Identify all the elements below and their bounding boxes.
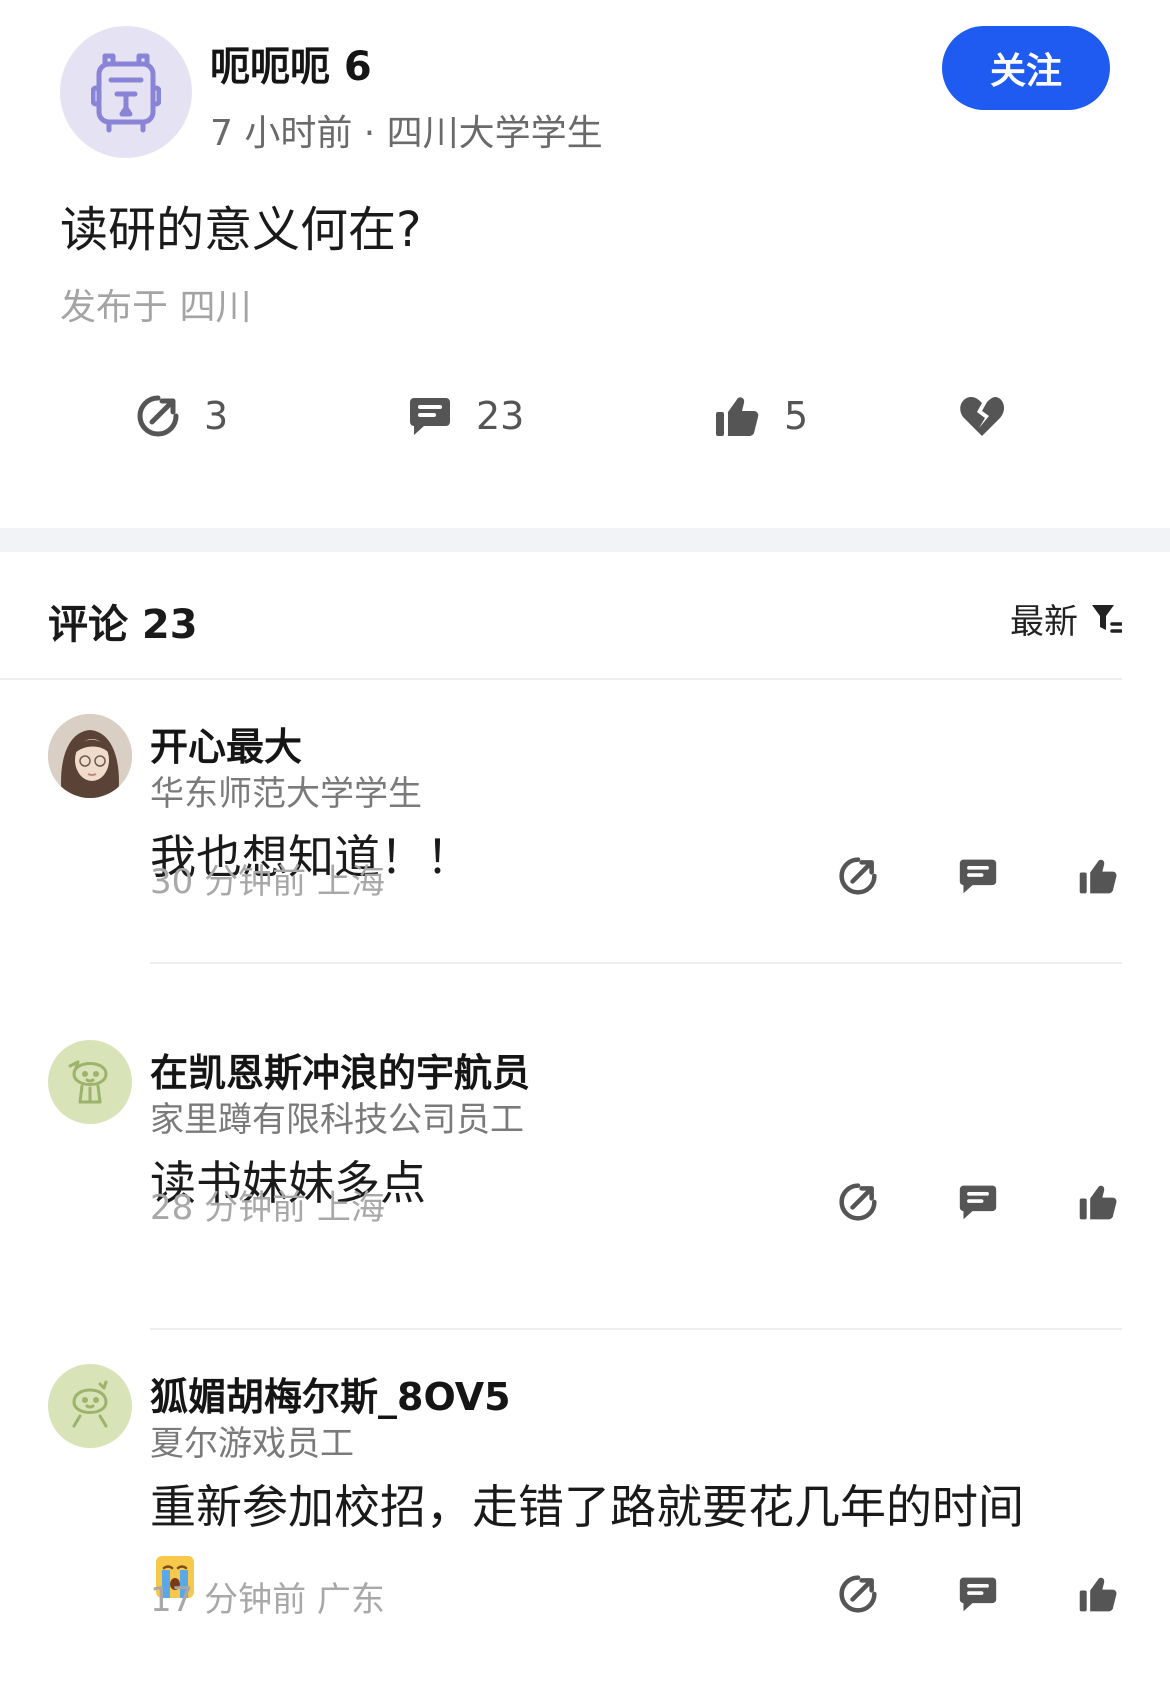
filter-icon bbox=[1092, 604, 1122, 633]
commenter-org: 华东师范大学学生 bbox=[150, 774, 422, 814]
comment-like-button[interactable] bbox=[1078, 1574, 1118, 1614]
like-count: 5 bbox=[784, 394, 809, 438]
comments-title: 评论 23 bbox=[48, 602, 198, 648]
commenter-name[interactable]: 狐媚胡梅尔斯_8OV5 bbox=[150, 1366, 511, 1421]
post-location: 发布于 四川 bbox=[60, 287, 252, 328]
share-icon bbox=[137, 395, 179, 437]
backpack-robot-icon bbox=[91, 53, 161, 133]
commenter-org: 家里蹲有限科技公司员工 bbox=[150, 1100, 524, 1140]
dislike-action[interactable] bbox=[958, 394, 1006, 438]
girl-avatar-icon bbox=[48, 714, 132, 798]
green-cartoon-icon bbox=[68, 1060, 108, 1104]
comment-share-button[interactable] bbox=[838, 1182, 878, 1222]
comment-share-button[interactable] bbox=[838, 856, 878, 896]
comments-header-divider bbox=[0, 678, 1122, 680]
section-divider bbox=[0, 528, 1170, 552]
commenter-avatar[interactable] bbox=[48, 714, 132, 798]
share-icon bbox=[839, 1183, 877, 1221]
comment-item: 在凯恩斯冲浪的宇航员 家里蹲有限科技公司员工 读书妹妹多点 28 分钟前 上海 bbox=[0, 1040, 1170, 1330]
comment-icon bbox=[959, 859, 997, 894]
comment-actions bbox=[838, 1574, 1118, 1614]
thumbs-up-icon bbox=[716, 397, 759, 436]
sort-control[interactable]: 最新 bbox=[1010, 594, 1122, 643]
share-icon bbox=[839, 857, 877, 895]
commenter-avatar[interactable] bbox=[48, 1040, 132, 1124]
author-avatar[interactable] bbox=[60, 26, 192, 158]
comment-actions bbox=[838, 856, 1118, 896]
broken-heart-icon bbox=[960, 397, 1005, 436]
comment-divider bbox=[150, 1328, 1122, 1330]
comment-like-button[interactable] bbox=[1078, 856, 1118, 896]
comment-count: 23 bbox=[476, 394, 525, 438]
post-title: 读研的意义何在? bbox=[60, 202, 422, 258]
thumbs-up-icon bbox=[1079, 1185, 1117, 1220]
comment-reply-button[interactable] bbox=[958, 1574, 998, 1614]
share-action[interactable]: 3 bbox=[136, 394, 228, 438]
comment-like-button[interactable] bbox=[1078, 1182, 1118, 1222]
comment-divider bbox=[150, 962, 1122, 964]
comment-time: 30 分钟前 上海 bbox=[150, 862, 385, 902]
author-name[interactable]: 呃呃呃 6 bbox=[210, 34, 372, 92]
green-cartoon-icon bbox=[72, 1380, 108, 1428]
like-action[interactable]: 5 bbox=[714, 394, 808, 438]
post-detail-page: 呃呃呃 6 7 小时前 · 四川大学学生 关注 读研的意义何在? 发布于 四川 … bbox=[0, 0, 1170, 1690]
comment-reply-button[interactable] bbox=[958, 856, 998, 896]
comment-action[interactable]: 23 bbox=[408, 394, 524, 438]
comment-item: 狐媚胡梅尔斯_8OV5 夏尔游戏员工 重新参加校招，走错了路就要花几年的时间 1… bbox=[0, 1364, 1170, 1684]
comment-actions bbox=[838, 1182, 1118, 1222]
thumbs-up-icon bbox=[1079, 859, 1117, 894]
share-icon bbox=[839, 1575, 877, 1613]
commenter-avatar[interactable] bbox=[48, 1364, 132, 1448]
comment-time: 28 分钟前 上海 bbox=[150, 1188, 385, 1228]
thumbs-up-icon bbox=[1079, 1577, 1117, 1612]
follow-button[interactable]: 关注 bbox=[942, 26, 1110, 110]
post-meta: 7 小时前 · 四川大学学生 bbox=[210, 113, 603, 154]
comment-item: 开心最大 华东师范大学学生 我也想知道！！ 30 分钟前 上海 bbox=[0, 714, 1170, 964]
commenter-org: 夏尔游戏员工 bbox=[150, 1424, 354, 1464]
share-count: 3 bbox=[204, 394, 229, 438]
sort-label: 最新 bbox=[1010, 602, 1078, 642]
comment-icon bbox=[959, 1577, 997, 1612]
comment-text-content: 重新参加校招，走错了路就要花几年的时间 bbox=[150, 1480, 1024, 1534]
commenter-name[interactable]: 在凯恩斯冲浪的宇航员 bbox=[150, 1042, 530, 1097]
comment-reply-button[interactable] bbox=[958, 1182, 998, 1222]
comment-time: 17 分钟前 广东 bbox=[150, 1580, 385, 1620]
comment-share-button[interactable] bbox=[838, 1574, 878, 1614]
comment-icon bbox=[410, 398, 450, 435]
commenter-name[interactable]: 开心最大 bbox=[150, 716, 302, 771]
comment-icon bbox=[959, 1185, 997, 1220]
